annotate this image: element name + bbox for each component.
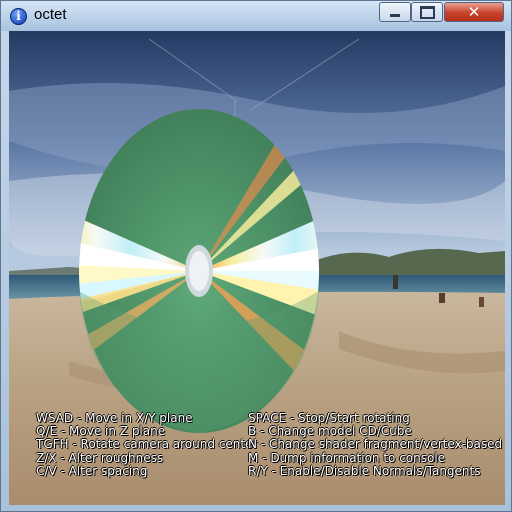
close-button[interactable]: ✕ [444, 2, 504, 22]
help-line: Z/X - Alter roughness [36, 450, 164, 465]
help-line: N - Change shader fragment/vertex-based [248, 437, 503, 452]
help-line: C/V - Alter spacing [36, 463, 148, 478]
app-window: i octet ✕ WSAD - Move in X/Y plane Q/E -… [0, 0, 512, 512]
maximize-icon [419, 5, 435, 19]
maximize-button[interactable] [411, 2, 443, 22]
help-left-column: WSAD - Move in X/Y plane Q/E - Move in Z… [36, 411, 258, 478]
render-viewport[interactable]: WSAD - Move in X/Y plane Q/E - Move in Z… [9, 31, 505, 505]
minimize-icon [390, 13, 400, 17]
close-icon: ✕ [467, 3, 481, 21]
help-line: R/Y - Enable/Disable Normals/Tangents [248, 463, 481, 478]
window-title: octet [34, 6, 67, 23]
help-line: TGFH - Rotate camera around center [36, 437, 258, 452]
help-right-column: SPACE - Stop/Start rotating B - Change m… [248, 411, 503, 478]
help-line: M - Dump information to console [248, 450, 446, 465]
title-bar[interactable]: i octet ✕ [1, 1, 511, 31]
info-icon[interactable]: i [10, 8, 27, 25]
minimize-button[interactable] [379, 2, 411, 22]
